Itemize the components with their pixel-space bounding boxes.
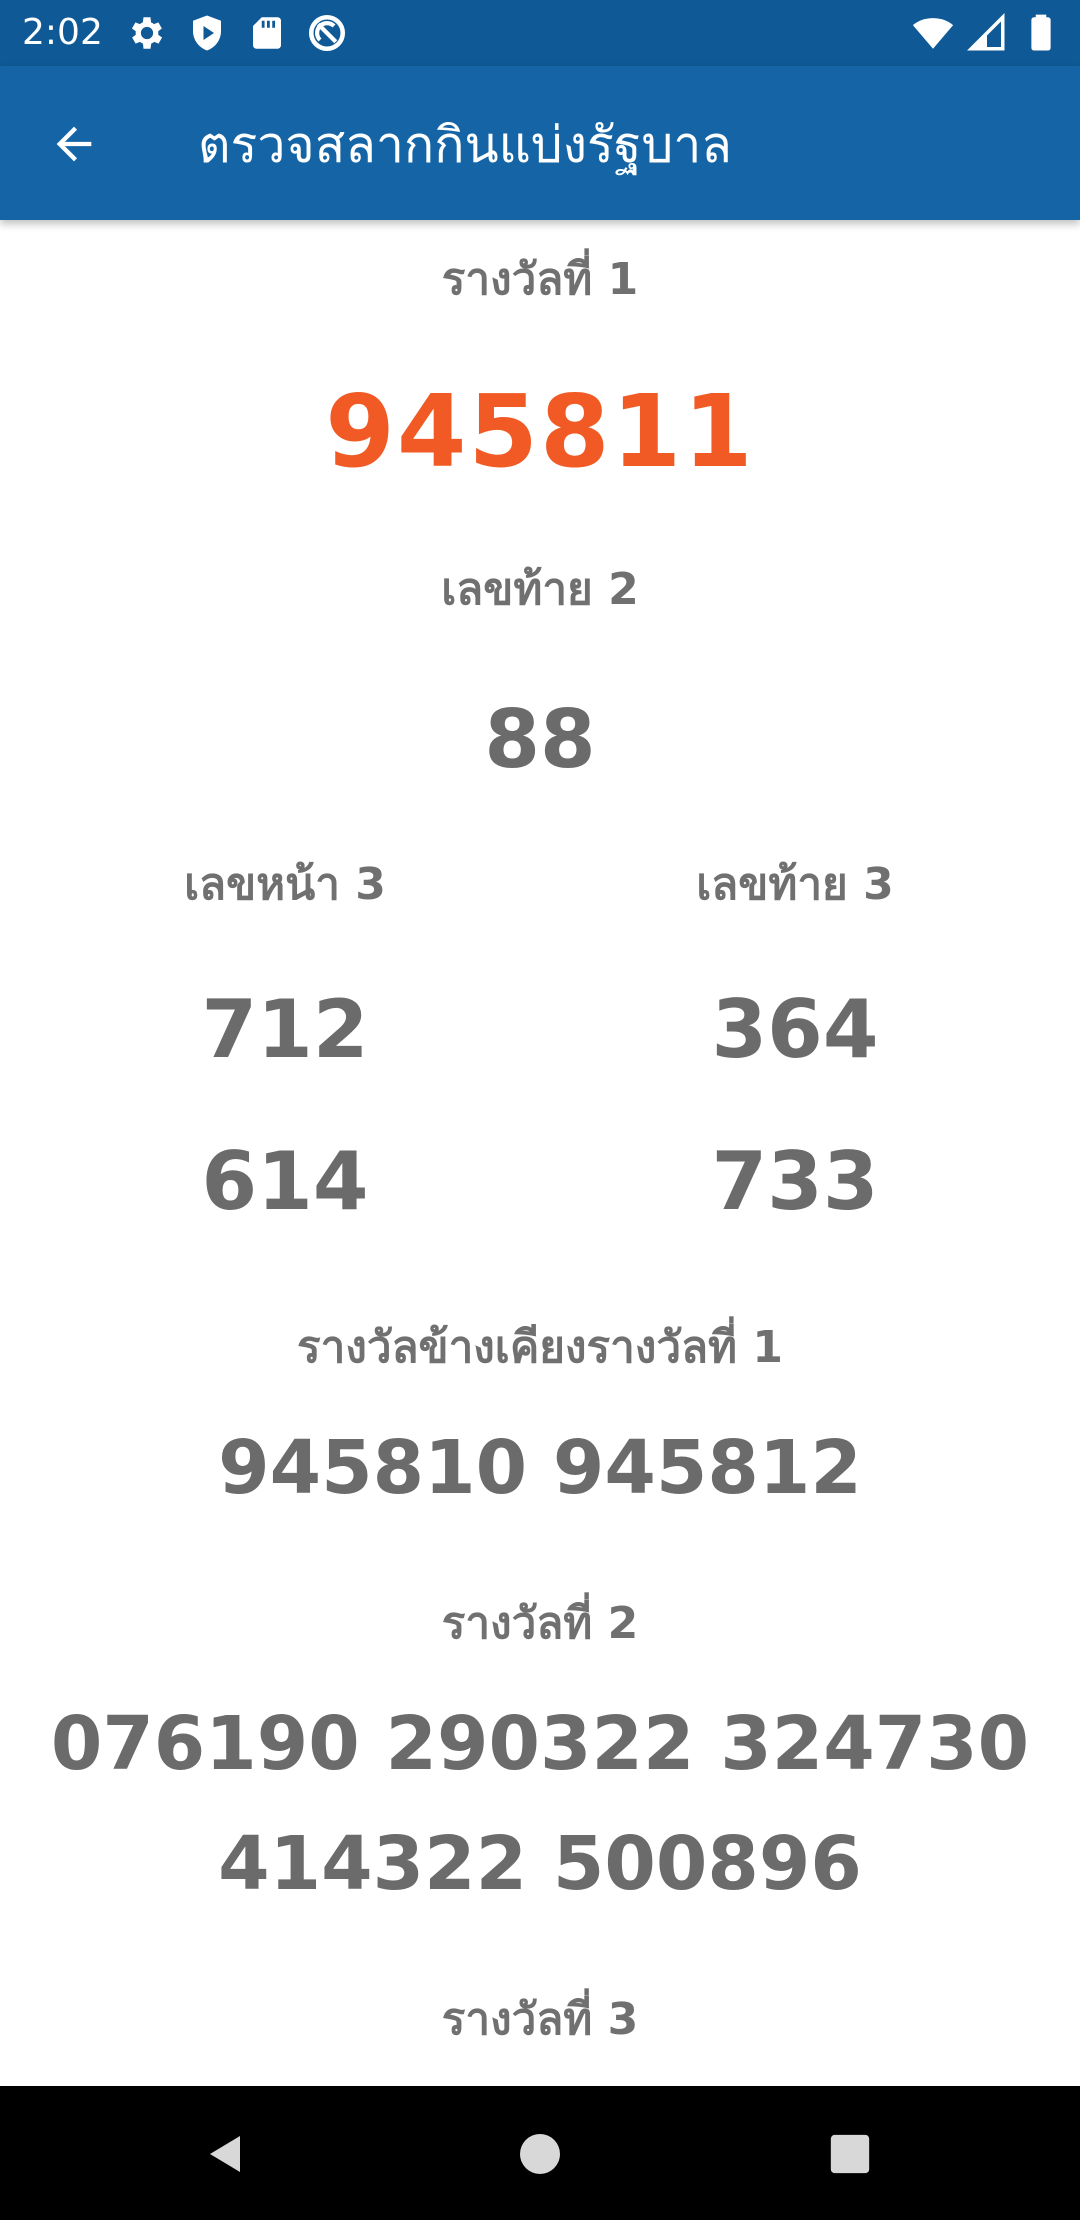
page-title: ตรวจสลากกินแบ่งรัฐบาล — [198, 116, 732, 174]
nav-home-button[interactable] — [508, 2122, 572, 2186]
results-list[interactable]: รางวัลที่ 1 945811 เลขท้าย 2 88 เลขหน้า … — [0, 220, 1080, 2086]
arrow-back-icon — [56, 126, 92, 162]
recents-square-icon — [830, 2134, 870, 2174]
last-two-number: 88 — [484, 693, 596, 786]
near-first-numbers: 945810 945812 — [218, 1425, 862, 1511]
last-three-label: เลขท้าย 3 — [696, 859, 894, 910]
nav-back-button[interactable] — [194, 2122, 258, 2186]
last-two-label: เลขท้าย 2 — [441, 564, 639, 615]
front-three-label: เลขหน้า 3 — [184, 859, 386, 910]
screen: 2:02 ตรวจสลากกินแบ่งรัฐบาล รางวัลที่ 1 9… — [0, 0, 1080, 2220]
home-circle-icon — [520, 2134, 560, 2174]
front-three-number: 614 — [201, 1135, 369, 1228]
last-three-number: 733 — [711, 1135, 879, 1228]
back-triangle-icon — [210, 2136, 240, 2172]
cell-signal-icon — [967, 13, 1005, 51]
nav-recents-button[interactable] — [818, 2122, 882, 2186]
shield-icon — [193, 15, 221, 51]
no-signal-circle-icon — [308, 14, 346, 52]
wifi-icon — [912, 18, 954, 49]
app-bar: ตรวจสลากกินแบ่งรัฐบาล — [0, 66, 1080, 220]
first-prize-number: 945811 — [325, 373, 755, 490]
first-prize-label: รางวัลที่ 1 — [441, 254, 639, 305]
nav-bar — [0, 2086, 1080, 2220]
status-icons-left — [126, 12, 348, 54]
second-prize-numbers-row: 076190 290322 324730 — [50, 1701, 1030, 1787]
third-prize-label: รางวัลที่ 3 — [441, 1994, 639, 2045]
status-bar: 2:02 — [0, 0, 1080, 66]
front-three-number: 712 — [201, 983, 369, 1076]
status-icons-right — [912, 12, 1062, 54]
sd-card-icon — [253, 17, 281, 49]
back-button[interactable] — [36, 106, 112, 182]
status-time: 2:02 — [22, 12, 103, 53]
battery-icon — [1031, 14, 1051, 51]
last-three-number: 364 — [711, 983, 879, 1076]
second-prize-label: รางวัลที่ 2 — [441, 1598, 639, 1649]
second-prize-numbers-row: 414322 500896 — [218, 1821, 862, 1907]
near-first-label: รางวัลข้างเคียงรางวัลที่ 1 — [297, 1322, 783, 1373]
gear-icon — [131, 17, 163, 49]
